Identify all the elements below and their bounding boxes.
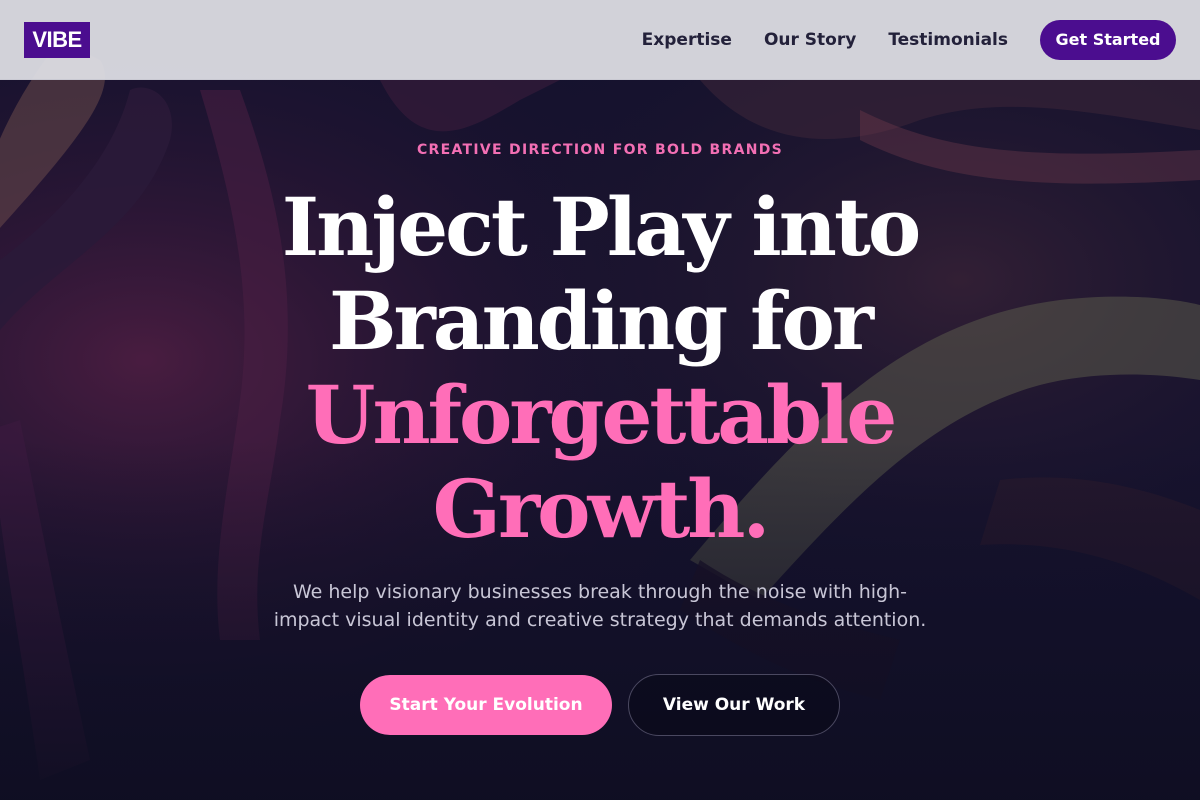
hero-headline: Inject Play into Branding for Unforgetta… bbox=[281, 180, 922, 556]
hero-eyebrow: CREATIVE DIRECTION FOR BOLD BRANDS bbox=[416, 142, 784, 158]
brand-logo[interactable]: VIBE bbox=[24, 21, 90, 58]
nav-link-our-story[interactable]: Our Story bbox=[764, 30, 856, 50]
landing-page: VIBE Expertise Our Story Testimonials Ge… bbox=[0, 0, 1200, 800]
headline-line-3: Unforgettable bbox=[305, 368, 898, 462]
main-nav: Expertise Our Story Testimonials Get Sta… bbox=[642, 19, 1176, 60]
nav-link-testimonials[interactable]: Testimonials bbox=[888, 30, 1008, 50]
headline-line-2: Branding for bbox=[329, 274, 874, 368]
nav-link-expertise[interactable]: Expertise bbox=[642, 30, 732, 50]
get-started-button[interactable]: Get Started bbox=[1040, 19, 1176, 60]
hero-subcopy: We help visionary businesses break throu… bbox=[273, 581, 927, 631]
hero-actions: Start Your Evolution View Our Work bbox=[360, 674, 840, 736]
hero-section: CREATIVE DIRECTION FOR BOLD BRANDS Injec… bbox=[0, 80, 1200, 800]
site-header: VIBE Expertise Our Story Testimonials Ge… bbox=[0, 0, 1200, 80]
headline-line-1: Inject Play into bbox=[281, 180, 922, 274]
view-our-work-button[interactable]: View Our Work bbox=[628, 674, 840, 736]
start-your-evolution-button[interactable]: Start Your Evolution bbox=[360, 675, 612, 735]
headline-line-4: Growth. bbox=[432, 462, 771, 556]
